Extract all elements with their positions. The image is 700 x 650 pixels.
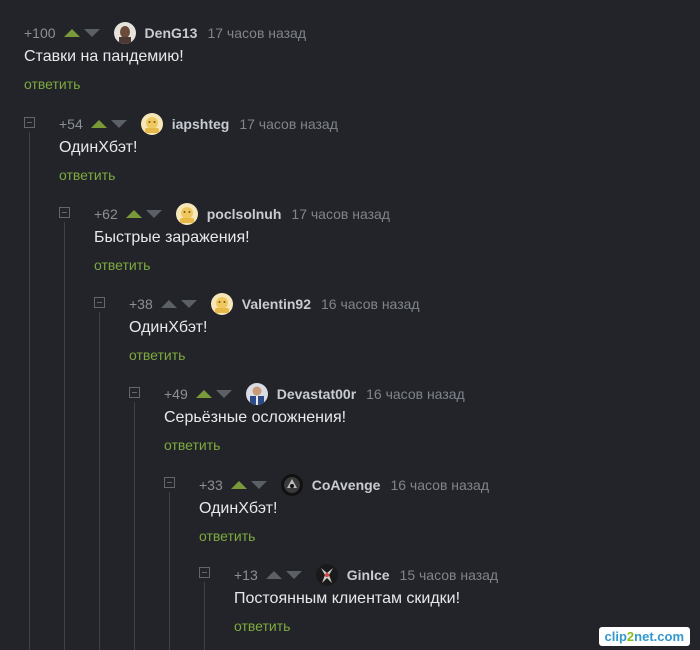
upvote-icon[interactable] xyxy=(195,390,212,398)
comment-time[interactable]: 16 часов назад xyxy=(366,386,465,402)
comment-header: +54 iapshteg 17 часов назад xyxy=(59,111,338,137)
reply-link[interactable]: ответить xyxy=(129,347,185,363)
collapse-toggle[interactable] xyxy=(164,477,175,488)
comment-rating: +13 xyxy=(234,567,258,583)
comment-time[interactable]: 15 часов назад xyxy=(400,567,499,583)
avatar-photo-icon[interactable] xyxy=(280,474,303,496)
downvote-icon[interactable] xyxy=(83,29,100,37)
avatar-default-icon[interactable] xyxy=(175,203,198,225)
comment-username[interactable]: CoAvenge xyxy=(312,477,381,493)
comment-text: Серьёзные осложнения! xyxy=(164,409,347,426)
watermark-text: .com xyxy=(653,629,684,644)
comment-header: +13 GinIce 15 часов назад xyxy=(234,562,498,588)
collapse-toggle[interactable] xyxy=(94,297,105,308)
thread-line xyxy=(29,132,30,650)
avatar-photo-icon[interactable] xyxy=(245,383,268,405)
comment-username[interactable]: Devastat00r xyxy=(277,386,356,402)
upvote-icon[interactable] xyxy=(230,481,247,489)
comment-rating: +49 xyxy=(164,386,188,402)
thread-line xyxy=(64,222,65,650)
downvote-icon[interactable] xyxy=(145,210,162,218)
comment-username[interactable]: GinIce xyxy=(347,567,390,583)
reply-link[interactable]: ответить xyxy=(164,437,220,453)
avatar-photo-icon[interactable] xyxy=(113,22,136,44)
reply-link[interactable]: ответить xyxy=(24,76,80,92)
comment-text: Ставки на пандемию! xyxy=(24,48,184,65)
collapse-toggle[interactable] xyxy=(24,117,35,128)
comments-page: +100 DenG13 17 часов назад Ставки на пан… xyxy=(0,0,700,650)
comment-username[interactable]: Valentin92 xyxy=(242,296,311,312)
downvote-icon[interactable] xyxy=(215,390,232,398)
upvote-icon[interactable] xyxy=(63,29,80,37)
comment-username[interactable]: iapshteg xyxy=(172,116,230,132)
upvote-icon[interactable] xyxy=(160,300,177,308)
thread-line xyxy=(99,312,100,650)
comment-time[interactable]: 17 часов назад xyxy=(239,116,338,132)
thread-line xyxy=(134,402,135,650)
collapse-toggle[interactable] xyxy=(199,567,210,578)
downvote-icon[interactable] xyxy=(110,120,127,128)
comment-time[interactable]: 16 часов назад xyxy=(390,477,489,493)
comment-time[interactable]: 17 часов назад xyxy=(291,206,390,222)
collapse-toggle[interactable] xyxy=(129,387,140,398)
reply-link[interactable]: ответить xyxy=(199,528,255,544)
thread-line xyxy=(169,492,170,650)
comment-text: ОдинХбэт! xyxy=(59,139,138,156)
watermark-text: 2 xyxy=(626,629,635,644)
comment-rating: +33 xyxy=(199,477,223,493)
comment-time[interactable]: 16 часов назад xyxy=(321,296,420,312)
collapse-toggle[interactable] xyxy=(59,207,70,218)
comment-text: Быстрые заражения! xyxy=(94,229,250,246)
comment-header: +49 Devastat00r 16 часов назад xyxy=(164,381,465,407)
comment-header: +100 DenG13 17 часов назад xyxy=(24,20,306,46)
downvote-icon[interactable] xyxy=(285,571,302,579)
upvote-icon[interactable] xyxy=(265,571,282,579)
reply-link[interactable]: ответить xyxy=(234,618,290,634)
comment-header: +38 Valentin92 16 часов назад xyxy=(129,291,420,317)
reply-link[interactable]: ответить xyxy=(59,167,115,183)
watermark-text: clip xyxy=(604,629,627,644)
downvote-icon[interactable] xyxy=(250,481,267,489)
avatar-default-icon[interactable] xyxy=(140,113,163,135)
avatar-default-icon[interactable] xyxy=(210,293,233,315)
comment-username[interactable]: DenG13 xyxy=(145,25,198,41)
downvote-icon[interactable] xyxy=(180,300,197,308)
comment-header: +33 CoAvenge 16 часов назад xyxy=(199,472,489,498)
comment-rating: +100 xyxy=(24,25,56,41)
reply-link[interactable]: ответить xyxy=(94,257,150,273)
watermark-text: net xyxy=(634,629,654,644)
avatar-photo-icon[interactable] xyxy=(315,564,338,586)
comment-text: ОдинХбэт! xyxy=(129,319,208,336)
comment-time[interactable]: 17 часов назад xyxy=(207,25,306,41)
comment-text: Постоянным клиентам скидки! xyxy=(234,590,461,607)
comment-username[interactable]: poclsolnuh xyxy=(207,206,282,222)
watermark-logo: clip 2 net .com xyxy=(598,627,690,646)
comment-header: +62 poclsolnuh 17 часов назад xyxy=(94,201,390,227)
comment-rating: +54 xyxy=(59,116,83,132)
upvote-icon[interactable] xyxy=(125,210,142,218)
comment-rating: +38 xyxy=(129,296,153,312)
comment-text: ОдинХбэт! xyxy=(199,500,278,517)
upvote-icon[interactable] xyxy=(90,120,107,128)
thread-line xyxy=(204,582,205,650)
comment-rating: +62 xyxy=(94,206,118,222)
